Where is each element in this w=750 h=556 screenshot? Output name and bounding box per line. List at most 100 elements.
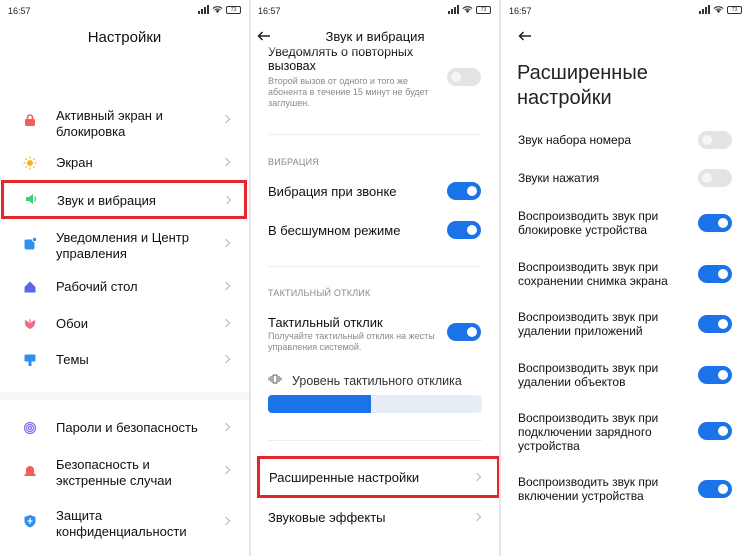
delete-sound-row[interactable]: Воспроизводить звук при удалении объекто… <box>501 361 750 391</box>
toggle-label: Звуки нажатия <box>518 171 600 185</box>
notification-icon <box>24 237 37 250</box>
settings-item-privacy[interactable]: Защита конфиденциальности <box>0 506 249 542</box>
charger-sound-row[interactable]: Воспроизводить звук при подключении заря… <box>501 411 750 455</box>
chevron-right-icon <box>472 512 482 522</box>
chevron-right-icon <box>472 472 482 482</box>
wifi-icon <box>212 6 223 14</box>
vibration-level-icon <box>268 374 282 384</box>
vibrate-call-toggle[interactable] <box>447 182 481 200</box>
lock-sound-row[interactable]: Воспроизводить звук при блокировке устро… <box>501 209 750 239</box>
lock-icon <box>25 114 35 126</box>
toggle-label-line2: подключении зарядного <box>518 425 652 439</box>
haptic-section-label: ТАКТИЛЬНЫЙ ОТКЛИК <box>268 288 371 298</box>
toggle-label-line2: удалении приложений <box>518 324 643 338</box>
advanced-settings-screen: 16:57 73 Расширенные настройки Звук набо… <box>501 0 750 556</box>
haptic-row[interactable]: Тактильный отклик Получайте тактильный о… <box>251 313 499 355</box>
settings-item-label: Активный экран и блокировка <box>56 108 163 139</box>
haptic-toggle[interactable] <box>447 323 481 341</box>
sound-effects-item[interactable]: Звуковые эффекты <box>251 505 499 531</box>
divider <box>268 266 482 267</box>
back-arrow-icon[interactable] <box>518 31 532 41</box>
boot-sound-toggle[interactable] <box>698 480 732 498</box>
speaker-icon <box>26 194 37 204</box>
sound-vibration-screen: 16:57 73 Звук и вибрация Уведомлять о по… <box>251 0 499 556</box>
screenshot-sound-toggle[interactable] <box>698 265 732 283</box>
chevron-right-icon <box>221 281 231 291</box>
chevron-right-icon <box>221 516 231 526</box>
settings-item-label: Экран <box>56 155 93 170</box>
dial-sound-row[interactable]: Звук набора номера <box>501 130 750 152</box>
uninstall-sound-toggle[interactable] <box>698 315 732 333</box>
battery-icon: 73 <box>727 5 742 14</box>
advanced-settings-label: Расширенные настройки <box>269 470 420 485</box>
status-time: 16:57 <box>509 6 532 16</box>
settings-item-wallpaper[interactable]: Обои <box>0 311 249 337</box>
settings-item-label: Безопасность и экстренные случаи <box>56 457 172 488</box>
status-icons: 73 <box>699 5 742 14</box>
settings-item-emergency[interactable]: Безопасность и экстренные случаи <box>0 455 249 491</box>
toggle-label-line1: Воспроизводить звук при <box>518 411 659 425</box>
repeat-calls-row[interactable]: Уведомлять о повторных вызовах Второй вы… <box>251 45 499 120</box>
settings-item-sound[interactable]: Звук и вибрация <box>1 180 247 219</box>
settings-item-notifications[interactable]: Уведомления и Центр управления <box>0 228 249 264</box>
toggle-label-line1: Воспроизводить звук при <box>518 209 659 223</box>
divider <box>268 440 482 441</box>
settings-item-display[interactable]: Экран <box>0 150 249 176</box>
page-title: Звук и вибрация <box>325 29 425 44</box>
page-title: Настройки <box>87 29 162 46</box>
boot-sound-row[interactable]: Воспроизводить звук при включении устрой… <box>501 475 750 505</box>
wifi-icon <box>713 6 724 14</box>
status-icons: 73 <box>448 5 491 14</box>
theme-icon <box>24 354 36 366</box>
chevron-right-icon <box>221 422 231 432</box>
settings-item-label: Защита конфиденциальности <box>56 508 187 539</box>
repeat-calls-toggle[interactable] <box>447 68 481 86</box>
privacy-icon <box>24 515 36 528</box>
toggle-label-line2: сохранении снимка экрана <box>518 274 668 288</box>
signal-icon <box>448 5 459 14</box>
toggle-label: Звук набора номера <box>518 133 632 147</box>
advanced-settings-item[interactable]: Расширенные настройки <box>257 456 499 498</box>
status-time: 16:57 <box>8 6 31 16</box>
toggle-label-line2: блокировке устройства <box>518 223 648 237</box>
toggle-label-line1: Воспроизводить звук при <box>518 361 659 375</box>
touch-sound-toggle[interactable] <box>698 169 732 187</box>
settings-item-themes[interactable]: Темы <box>0 347 249 373</box>
chevron-right-icon <box>221 238 231 248</box>
delete-sound-toggle[interactable] <box>698 366 732 384</box>
divider <box>268 134 482 135</box>
settings-item-desktop[interactable]: Рабочий стол <box>0 274 249 300</box>
charger-sound-toggle[interactable] <box>698 422 732 440</box>
signal-icon <box>198 5 209 14</box>
sound-effects-label: Звуковые эффекты <box>268 510 386 525</box>
toggle-label-line1: Воспроизводить звук при <box>518 475 659 489</box>
settings-item-label: Уведомления и Центр управления <box>56 230 189 261</box>
settings-item-label: Обои <box>56 316 89 331</box>
chevron-right-icon <box>222 195 232 205</box>
toggle-label-line1: Воспроизводить звук при <box>518 260 659 274</box>
signal-icon <box>699 5 710 14</box>
flower-icon <box>24 318 36 329</box>
battery-icon: 73 <box>226 5 241 14</box>
chevron-right-icon <box>221 354 231 364</box>
touch-sound-row[interactable]: Звуки нажатия <box>501 168 750 190</box>
settings-item-lockscreen[interactable]: Активный экран и блокировка <box>0 104 249 144</box>
section-separator <box>0 392 249 400</box>
vibrate-silent-row[interactable]: В бесшумном режиме <box>251 219 499 243</box>
vibration-section-label: ВИБРАЦИЯ <box>268 157 320 167</box>
settings-item-label: Звук и вибрация <box>57 193 156 208</box>
screenshot-sound-row[interactable]: Воспроизводить звук при сохранении снимк… <box>501 260 750 290</box>
home-icon <box>24 281 36 293</box>
vibrate-call-row[interactable]: Вибрация при звонке <box>251 180 499 204</box>
repeat-calls-desc: Второй вызов от одного и того же абонент… <box>268 76 429 108</box>
lock-sound-toggle[interactable] <box>698 214 732 232</box>
chevron-right-icon <box>221 318 231 328</box>
settings-item-passwords[interactable]: Пароли и безопасность <box>0 415 249 441</box>
haptic-level-label: Уровень тактильного отклика <box>292 374 462 388</box>
uninstall-sound-row[interactable]: Воспроизводить звук при удалении приложе… <box>501 310 750 340</box>
settings-item-label: Рабочий стол <box>56 279 138 294</box>
dial-sound-toggle[interactable] <box>698 131 732 149</box>
vibrate-silent-toggle[interactable] <box>447 221 481 239</box>
haptic-desc: Получайте тактильный отклик на жесты упр… <box>268 331 435 352</box>
haptic-level-slider[interactable] <box>268 395 482 413</box>
